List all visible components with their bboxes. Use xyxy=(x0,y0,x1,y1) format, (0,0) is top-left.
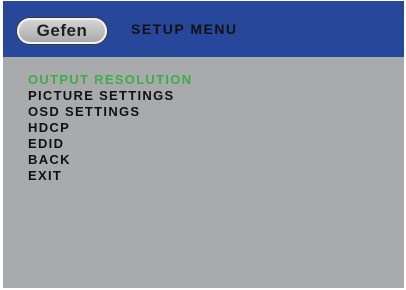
menu-item-back[interactable]: BACK xyxy=(28,152,192,168)
gefen-logo: Gefen xyxy=(17,18,107,44)
menu-item-hdcp[interactable]: HDCP xyxy=(28,120,192,136)
menu-title: SETUP MENU xyxy=(131,21,238,37)
menu-item-exit[interactable]: EXIT xyxy=(28,168,192,184)
osd-screen: Gefen SETUP MENU OUTPUT RESOLUTION PICTU… xyxy=(3,1,404,288)
menu-item-edid[interactable]: EDID xyxy=(28,136,192,152)
setup-menu-list: OUTPUT RESOLUTION PICTURE SETTINGS OSD S… xyxy=(28,72,192,184)
logo-text: Gefen xyxy=(36,21,88,40)
menu-item-osd-settings[interactable]: OSD SETTINGS xyxy=(28,104,192,120)
menu-item-picture-settings[interactable]: PICTURE SETTINGS xyxy=(28,88,192,104)
header-bar: Gefen SETUP MENU xyxy=(3,1,404,57)
menu-item-output-resolution[interactable]: OUTPUT RESOLUTION xyxy=(28,72,192,88)
